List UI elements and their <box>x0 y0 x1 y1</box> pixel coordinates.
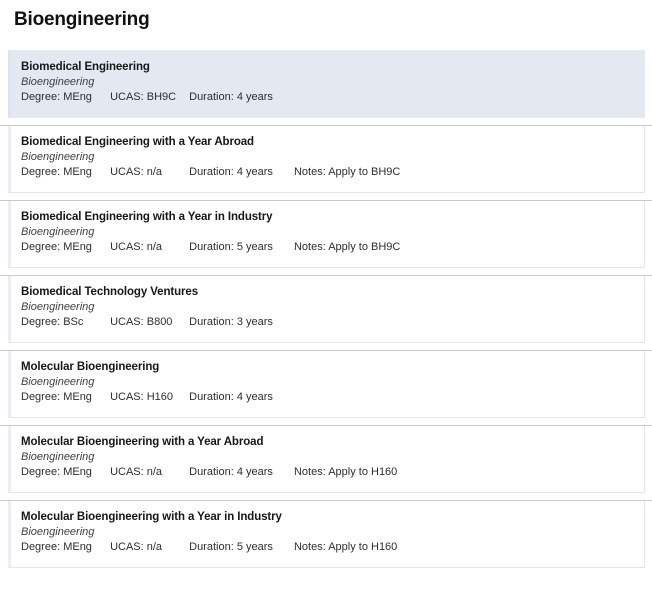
course-degree: Degree: MEng <box>21 466 92 478</box>
course-card-6[interactable]: Molecular Bioengineering with a Year in … <box>8 500 645 568</box>
course-ucas: UCAS: n/a <box>110 466 163 478</box>
course-name: Biomedical Engineering with a Year Abroa… <box>21 136 254 148</box>
course-meta: Degree: MEng UCAS: n/a Duration: 5 years… <box>21 540 632 555</box>
course-meta: Degree: BSc UCAS: B800 Duration: 3 years <box>21 315 632 330</box>
course-name: Biomedical Engineering <box>21 61 150 73</box>
course-department: Bioengineering <box>21 376 95 388</box>
course-list: Biomedical Engineering Bioengineering De… <box>0 43 652 575</box>
course-meta: Degree: MEng UCAS: H160 Duration: 4 year… <box>21 390 632 405</box>
course-duration: Duration: 4 years <box>189 391 273 403</box>
course-list-item-5: Molecular Bioengineering with a Year Abr… <box>0 425 652 493</box>
course-meta: Degree: MEng UCAS: n/a Duration: 5 years… <box>21 240 632 255</box>
course-ucas: UCAS: n/a <box>110 166 163 178</box>
course-name: Molecular Bioengineering <box>21 361 160 373</box>
course-card-0[interactable]: Biomedical Engineering Bioengineering De… <box>8 50 645 118</box>
course-meta: Degree: MEng UCAS: n/a Duration: 4 years… <box>21 165 632 180</box>
course-degree: Degree: MEng <box>21 91 92 103</box>
course-card-1[interactable]: Biomedical Engineering with a Year Abroa… <box>8 125 645 193</box>
page-title: Bioengineering <box>14 9 150 30</box>
course-list-item-2: Biomedical Engineering with a Year in In… <box>0 200 652 268</box>
course-ucas: UCAS: H160 <box>110 391 174 403</box>
course-meta: Degree: MEng UCAS: n/a Duration: 4 years… <box>21 465 632 480</box>
course-duration: Duration: 4 years <box>189 166 273 178</box>
course-meta: Degree: MEng UCAS: BH9C Duration: 4 year… <box>21 90 632 105</box>
course-name: Biomedical Technology Ventures <box>21 286 198 298</box>
course-card-2[interactable]: Biomedical Engineering with a Year in In… <box>8 200 645 268</box>
course-list-item-6: Molecular Bioengineering with a Year in … <box>0 500 652 568</box>
course-list-item-3: Biomedical Technology Ventures Bioengine… <box>0 275 652 343</box>
course-notes: Notes: Apply to H160 <box>293 466 398 478</box>
course-duration: Duration: 5 years <box>189 541 273 553</box>
course-notes: Notes: Apply to BH9C <box>293 166 401 178</box>
course-department: Bioengineering <box>21 451 95 463</box>
course-department: Bioengineering <box>21 151 95 163</box>
course-ucas: UCAS: n/a <box>110 541 163 553</box>
course-name: Molecular Bioengineering with a Year in … <box>21 511 282 523</box>
course-duration: Duration: 4 years <box>189 466 273 478</box>
course-ucas: UCAS: n/a <box>110 241 163 253</box>
course-card-4[interactable]: Molecular Bioengineering Bioengineering … <box>8 350 645 418</box>
course-department: Bioengineering <box>21 301 95 313</box>
course-degree: Degree: BSc <box>21 316 84 328</box>
course-department: Bioengineering <box>21 526 95 538</box>
course-department: Bioengineering <box>21 76 95 88</box>
course-degree: Degree: MEng <box>21 391 92 403</box>
course-degree: Degree: MEng <box>21 166 92 178</box>
course-list-item-1: Biomedical Engineering with a Year Abroa… <box>0 125 652 193</box>
course-degree: Degree: MEng <box>21 241 92 253</box>
course-card-3[interactable]: Biomedical Technology Ventures Bioengine… <box>8 275 645 343</box>
course-ucas: UCAS: BH9C <box>110 91 177 103</box>
course-department: Bioengineering <box>21 226 95 238</box>
course-duration: Duration: 3 years <box>189 316 273 328</box>
course-notes: Notes: Apply to BH9C <box>293 241 401 253</box>
course-name: Biomedical Engineering with a Year in In… <box>21 211 273 223</box>
course-list-item-4: Molecular Bioengineering Bioengineering … <box>0 350 652 418</box>
course-duration: Duration: 5 years <box>189 241 273 253</box>
course-degree: Degree: MEng <box>21 541 92 553</box>
page-root: Bioengineering Biomedical Engineering Bi… <box>0 0 652 606</box>
course-ucas: UCAS: B800 <box>110 316 173 328</box>
course-card-5[interactable]: Molecular Bioengineering with a Year Abr… <box>8 425 645 493</box>
course-notes: Notes: Apply to H160 <box>293 541 398 553</box>
course-duration: Duration: 4 years <box>189 91 273 103</box>
course-list-item-0: Biomedical Engineering Bioengineering De… <box>0 50 652 118</box>
course-name: Molecular Bioengineering with a Year Abr… <box>21 436 264 448</box>
